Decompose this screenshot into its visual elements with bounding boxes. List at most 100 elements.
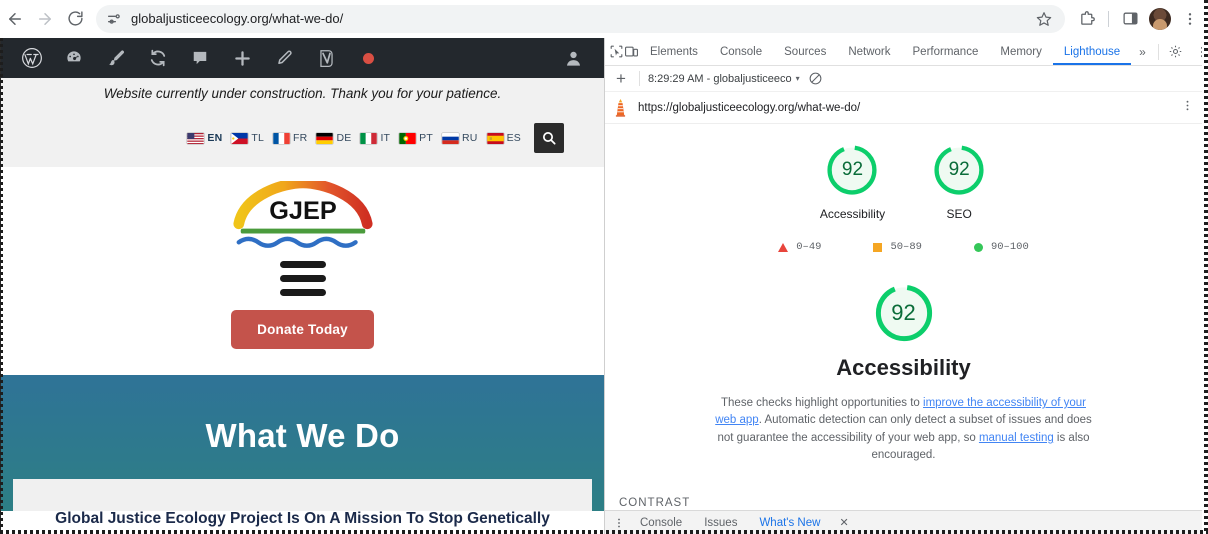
manual-testing-link[interactable]: manual testing xyxy=(979,432,1054,444)
customize-icon[interactable] xyxy=(95,38,137,78)
tab-elements[interactable]: Elements xyxy=(639,38,709,65)
menu-bar xyxy=(279,275,326,282)
language-option-fr[interactable]: FR xyxy=(273,132,307,144)
status-dot-icon[interactable] xyxy=(347,38,389,78)
language-code-ru: RU xyxy=(462,132,478,144)
devtools-menu-icon[interactable] xyxy=(1189,39,1202,65)
category-score: 92 xyxy=(891,300,916,325)
site-info-icon[interactable] xyxy=(106,11,122,27)
lighthouse-icon xyxy=(615,99,626,117)
category-gauge-ring: 92 xyxy=(872,281,936,345)
language-option-tl[interactable]: TL xyxy=(231,132,264,144)
webpage-viewport: Website currently under construction. Th… xyxy=(0,38,604,534)
gauge-score: 92 xyxy=(841,159,864,180)
forward-icon[interactable] xyxy=(30,4,60,34)
tab-console[interactable]: Console xyxy=(709,38,773,65)
lighthouse-report-body: 92 Accessibility 92 SEO 0–49 50–89 90–10… xyxy=(605,124,1202,534)
flag-pt-icon xyxy=(399,132,416,144)
chevron-down-icon: ▾ xyxy=(795,74,800,83)
language-option-pt[interactable]: PT xyxy=(399,132,433,144)
language-option-es[interactable]: ES xyxy=(486,132,521,144)
profile-avatar[interactable] xyxy=(1146,4,1174,34)
toolbar-divider xyxy=(638,71,640,86)
construction-notice-text: Website currently under construction. Th… xyxy=(103,86,502,101)
reload-icon[interactable] xyxy=(60,4,90,34)
legend-range: 90–100 xyxy=(990,241,1029,253)
gauge-accessibility[interactable]: 92 Accessibility xyxy=(820,142,885,221)
address-bar-url[interactable]: globaljusticeecology.org/what-we-do/ xyxy=(131,11,1024,26)
gauge-label: Accessibility xyxy=(819,207,886,221)
language-option-de[interactable]: DE xyxy=(316,132,351,144)
language-code-en: EN xyxy=(207,132,223,144)
drawer-tab-console[interactable]: Console xyxy=(629,511,693,534)
lighthouse-report-url-bar: https://globaljusticeecology.org/what-we… xyxy=(605,92,1202,124)
language-option-it[interactable]: IT xyxy=(360,132,390,144)
report-menu-icon[interactable] xyxy=(1181,99,1194,117)
language-switcher: EN TL FR DE IT PT RU ES xyxy=(1,109,604,167)
tab-memory[interactable]: Memory xyxy=(989,38,1053,65)
devtools-tabbar-actions xyxy=(1154,39,1202,65)
close-icon[interactable]: ✕ xyxy=(839,516,848,529)
score-legend: 0–49 50–89 90–100 xyxy=(605,225,1202,259)
new-content-icon[interactable] xyxy=(221,38,263,78)
toolbar-divider xyxy=(1108,10,1109,27)
menu-toggle-icon[interactable] xyxy=(279,261,326,296)
address-bar[interactable]: globaljusticeecology.org/what-we-do/ xyxy=(96,4,1065,33)
gauge-score: 92 xyxy=(948,159,970,180)
yoast-seo-icon[interactable] xyxy=(305,38,347,78)
gjep-logo[interactable]: GJEP xyxy=(225,181,381,253)
edit-page-icon[interactable] xyxy=(263,38,305,78)
drawer-tab-issues[interactable]: Issues xyxy=(693,511,748,534)
legend-average: 50–89 xyxy=(873,241,922,253)
back-icon[interactable] xyxy=(0,4,30,34)
new-report-button[interactable]: + xyxy=(611,70,631,87)
account-icon[interactable] xyxy=(552,38,594,78)
devtools-panel: Elements Console Sources Network Perform… xyxy=(604,38,1202,534)
flag-ru-icon xyxy=(442,132,459,144)
dashboard-icon[interactable] xyxy=(53,38,95,78)
side-panel-icon[interactable] xyxy=(1116,4,1144,34)
tab-sources[interactable]: Sources xyxy=(773,38,837,65)
site-branding: GJEP Donate Today xyxy=(1,167,604,375)
settings-gear-icon[interactable] xyxy=(1163,39,1189,65)
category-title: Accessibility xyxy=(836,355,971,380)
lighthouse-toolbar: + 8:29:29 AM - globaljusticeeco ▾ xyxy=(605,66,1202,92)
gauge-label: SEO xyxy=(946,207,972,221)
category-header: 92 Accessibility xyxy=(605,259,1202,381)
language-option-ru[interactable]: RU xyxy=(442,132,478,144)
language-code-it: IT xyxy=(380,132,391,144)
status-dot xyxy=(362,52,374,64)
search-button[interactable] xyxy=(534,123,564,153)
search-icon xyxy=(543,132,556,145)
flag-fr-icon xyxy=(273,132,290,144)
updates-icon[interactable] xyxy=(137,38,179,78)
language-option-en[interactable]: EN xyxy=(187,132,222,144)
flag-de-icon xyxy=(316,132,334,144)
page-title: What We Do xyxy=(205,417,400,454)
clear-reports-icon[interactable] xyxy=(808,71,823,86)
language-code-pt: PT xyxy=(419,132,433,144)
more-tabs-icon[interactable]: » xyxy=(1131,45,1154,59)
inspect-element-icon[interactable] xyxy=(609,39,624,65)
square-icon xyxy=(873,242,883,252)
extensions-icon[interactable] xyxy=(1073,4,1101,34)
wordpress-logo-icon[interactable] xyxy=(11,38,53,78)
tab-performance[interactable]: Performance xyxy=(902,38,990,65)
content-heading: Global Justice Ecology Project Is On A M… xyxy=(55,510,550,534)
screenshot-edge-right xyxy=(1204,0,1208,534)
chrome-menu-icon[interactable] xyxy=(1176,4,1204,34)
bookmark-star-icon[interactable] xyxy=(1033,8,1055,30)
report-selector[interactable]: 8:29:29 AM - globaljusticeeco ▾ xyxy=(648,73,800,85)
circle-icon xyxy=(973,242,983,252)
comments-icon[interactable] xyxy=(179,38,221,78)
tab-network[interactable]: Network xyxy=(837,38,901,65)
svg-text:GJEP: GJEP xyxy=(269,197,336,225)
donate-button[interactable]: Donate Today xyxy=(231,310,374,349)
menu-bar xyxy=(279,261,326,268)
drawer-tab-whats-new[interactable]: What's New xyxy=(748,511,831,534)
language-code-fr: FR xyxy=(293,132,308,144)
drawer-menu-icon[interactable] xyxy=(609,517,629,529)
gauge-seo[interactable]: 92 SEO xyxy=(931,142,987,221)
tab-lighthouse[interactable]: Lighthouse xyxy=(1053,38,1131,65)
device-toolbar-icon[interactable] xyxy=(624,39,639,65)
